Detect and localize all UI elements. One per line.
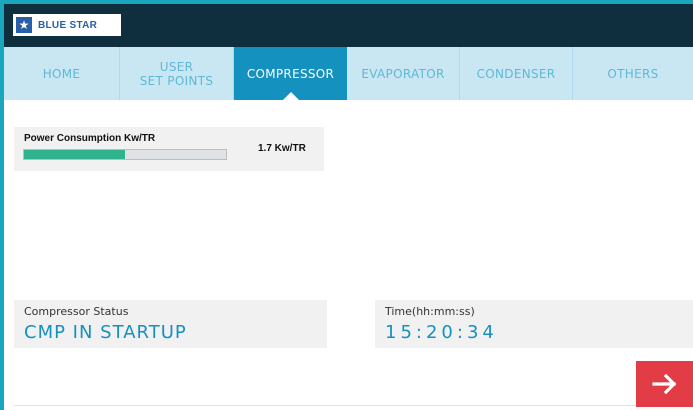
time-panel: Time(hh:mm:ss) 15:20:34 [375,300,693,348]
compressor-status-panel: Compressor Status CMP IN STARTUP [14,300,327,348]
compressor-status-value: CMP IN STARTUP [24,322,187,343]
power-consumption-bar-fill [24,150,125,159]
next-page-button[interactable] [636,361,693,407]
brand-logo: ★ BLUE STAR [13,14,121,36]
hmi-screen: ★ BLUE STAR HOME USER SET POINTS COMPRES… [4,4,693,410]
power-consumption-label: Power Consumption Kw/TR [24,133,156,144]
top-bar: ★ BLUE STAR [4,4,693,47]
tab-compressor[interactable]: COMPRESSOR [234,47,347,100]
footer-divider [14,405,693,406]
star-icon: ★ [16,17,32,33]
tab-user-set-points[interactable]: USER SET POINTS [120,47,234,100]
tab-others[interactable]: OTHERS [573,47,693,100]
tab-evaporator[interactable]: EVAPORATOR [347,47,460,100]
time-value: 15:20:34 [385,322,498,343]
arrow-right-icon [651,374,676,394]
power-consumption-bar [23,149,227,160]
power-consumption-panel: Power Consumption Kw/TR 1.7 Kw/TR [14,127,324,171]
tab-home[interactable]: HOME [4,47,120,100]
power-consumption-value: 1.7 Kw/TR [258,143,306,154]
tab-condenser[interactable]: CONDENSER [460,47,573,100]
brand-name: BLUE STAR [38,19,98,31]
nav-tabs: HOME USER SET POINTS COMPRESSOR EVAPORAT… [4,47,693,100]
time-label: Time(hh:mm:ss) [385,305,475,318]
compressor-status-label: Compressor Status [24,305,129,318]
